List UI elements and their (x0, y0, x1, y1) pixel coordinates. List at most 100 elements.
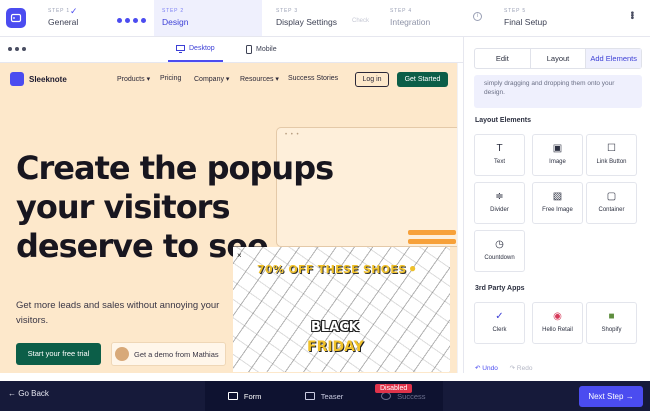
nav-products[interactable]: Products ▾ (117, 75, 150, 83)
desktop-icon (176, 44, 185, 53)
next-step-label: Next Step (588, 392, 624, 401)
element-container[interactable]: ▢ Container (586, 182, 637, 224)
step-name: Final Setup (504, 17, 547, 27)
element-label: Free Image (542, 207, 573, 213)
bottom-bar: ← Go Back Form Teaser Success Disabled N… (0, 381, 650, 411)
panel-tabs: Edit Layout Add Elements (474, 48, 642, 69)
tab-label: Form (243, 391, 262, 401)
hello-retail-icon: ◉ (553, 311, 562, 322)
step-number: STEP 5 (504, 8, 526, 14)
tab-label: Mobile (256, 46, 277, 53)
step-final-setup[interactable]: STEP 5 Final Setup (504, 0, 594, 36)
third-party-apps-heading: 3rd Party Apps (475, 285, 525, 292)
image-icon: ▣ (552, 143, 563, 154)
check-icon: ✓ (70, 6, 78, 16)
nav-company[interactable]: Company ▾ (194, 75, 229, 83)
nav-resources[interactable]: Resources ▾ (240, 75, 279, 83)
site-brand[interactable]: Sleeknote (29, 75, 67, 84)
go-back-button[interactable]: ← Go Back (8, 389, 49, 398)
layout-elements-heading: Layout Elements (475, 117, 532, 124)
sleeknote-logo-icon[interactable] (10, 72, 24, 86)
app-logo-icon[interactable] (6, 8, 26, 28)
element-divider[interactable]: ≑ Divider (474, 182, 525, 224)
window-dots-icon (8, 47, 26, 51)
form-icon (227, 392, 238, 400)
demo-button[interactable]: Get a demo from Mathias (111, 342, 226, 366)
decorative-bar (408, 230, 456, 235)
divider-icon: ≑ (495, 191, 504, 202)
element-label: Countdown (484, 255, 515, 261)
go-back-label: Go Back (18, 389, 49, 398)
undo-label: Undo (482, 365, 498, 372)
next-step-button[interactable]: Next Step → (579, 386, 643, 407)
decorative-bar (408, 239, 456, 244)
app-clerk[interactable]: ✓ Clerk (474, 302, 525, 344)
wizard-stepper: STEP 1 General ✓ STEP 2 Design STEP 3 Di… (0, 0, 650, 37)
element-free-image[interactable]: ▧ Free Image (532, 182, 583, 224)
tab-layout[interactable]: Layout (531, 49, 587, 68)
step-design[interactable]: STEP 2 Design (154, 0, 262, 36)
tab-mobile[interactable]: Mobile (238, 37, 285, 62)
nav-success-stories[interactable]: Success Stories (288, 75, 338, 82)
teaser-icon (304, 392, 315, 400)
tab-label: Desktop (189, 45, 215, 52)
tab-add-elements[interactable]: Add Elements (586, 49, 642, 68)
free-image-icon: ▧ (552, 191, 563, 202)
tab-edit[interactable]: Edit (475, 49, 531, 68)
redo-button[interactable]: ↷ Redo (510, 365, 533, 372)
element-text[interactable]: T Text (474, 134, 525, 176)
success-icon (381, 392, 392, 400)
more-options-icon[interactable]: ••• (626, 11, 637, 19)
app-label: Shopify (601, 327, 622, 333)
clerk-icon: ✓ (495, 311, 504, 322)
step-number: STEP 2 (162, 8, 184, 14)
element-label: Text (493, 159, 505, 165)
editor-panel: Edit Layout Add Elements simply dragging… (463, 37, 650, 373)
get-started-button[interactable]: Get Started (397, 72, 448, 87)
app-label: Hello Retail (542, 327, 573, 333)
tab-desktop[interactable]: Desktop (168, 37, 223, 62)
element-label: Image (549, 159, 566, 165)
info-icon[interactable]: i (473, 12, 482, 21)
element-label: Container (598, 207, 625, 213)
login-button[interactable]: Log in (355, 72, 389, 87)
popup-close-icon[interactable]: × (237, 251, 242, 260)
app-shopify[interactable]: ■ Shopify (586, 302, 637, 344)
arrow-left-icon: ← (8, 389, 16, 398)
popup-preview[interactable]: 70% OFF THESE SHOES ● BLACK FRIDAY (233, 247, 450, 372)
tab-label: Teaser (320, 391, 344, 401)
undo-redo-row: ↶ Undo ↷ Redo (475, 364, 532, 372)
element-image[interactable]: ▣ Image (532, 134, 583, 176)
arrow-right-icon: → (625, 392, 634, 401)
demo-label: Get a demo from Mathias (134, 349, 219, 359)
ghost-label: Check (352, 18, 370, 24)
popup-black-text[interactable]: BLACK (311, 320, 359, 335)
text-icon: T (496, 143, 503, 154)
link-button-icon: ☐ (607, 143, 616, 154)
preview-toolbar: Desktop Mobile (0, 37, 463, 63)
element-label: Link Button (596, 159, 627, 165)
step-number: STEP 3 (276, 8, 298, 14)
step-number: STEP 4 (390, 8, 412, 14)
element-link-button[interactable]: ☐ Link Button (586, 134, 637, 176)
nav-pricing[interactable]: Pricing (160, 75, 181, 82)
undo-button[interactable]: ↶ Undo (475, 365, 498, 372)
popup-headline[interactable]: 70% OFF THESE SHOES (257, 263, 406, 276)
countdown-icon: ◷ (495, 239, 504, 250)
free-trial-button[interactable]: Start your free trial (16, 343, 101, 365)
app-hello-retail[interactable]: ◉ Hello Retail (532, 302, 583, 344)
site-navbar: Sleeknote Products ▾ Pricing Company ▾ R… (0, 63, 457, 97)
lightbulb-icon: ● (409, 261, 417, 275)
redo-label: Redo (516, 365, 533, 372)
tab-teaser[interactable]: Teaser (284, 381, 363, 411)
hint-text: simply dragging and dropping them onto y… (474, 75, 642, 108)
shopify-icon: ■ (608, 311, 615, 322)
disabled-badge: Disabled (375, 384, 413, 393)
hero-subtitle: Get more leads and sales without annoyin… (16, 300, 220, 327)
tab-form[interactable]: Form (205, 381, 284, 411)
step-name: Integration (390, 17, 431, 27)
decorative-dots: • • • (285, 132, 300, 138)
step-integration[interactable]: STEP 4 Integration (390, 0, 470, 36)
popup-friday-text[interactable]: FRIDAY (307, 339, 364, 355)
element-countdown[interactable]: ◷ Countdown (474, 230, 525, 272)
